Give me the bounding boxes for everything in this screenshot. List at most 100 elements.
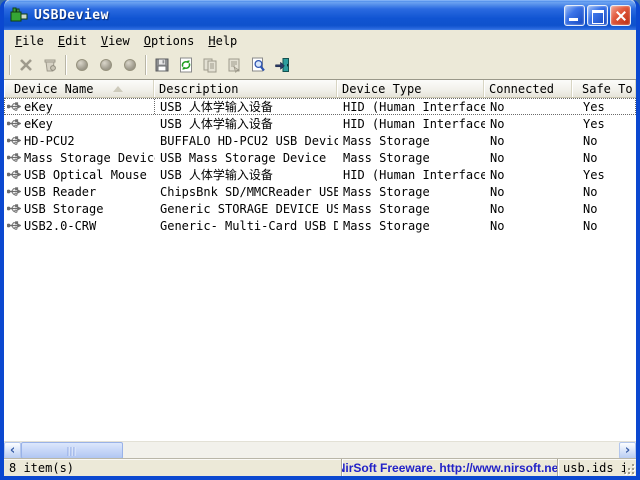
properties-button[interactable] <box>222 54 246 76</box>
ball-button-1[interactable] <box>70 54 94 76</box>
menu-help[interactable]: Help <box>201 32 244 50</box>
resize-grip-icon[interactable] <box>625 462 635 475</box>
description-cell: ChipsBnk SD/MMCReader USB... <box>155 185 338 199</box>
connected-cell: No <box>485 185 573 199</box>
column-header-connected[interactable]: Connected <box>484 80 572 97</box>
menu-edit[interactable]: Edit <box>51 32 94 50</box>
table-row[interactable]: Mass Storage Device USB Mass Storage Dev… <box>4 149 636 166</box>
device-name-cell: USB Optical Mouse <box>24 168 147 182</box>
scroll-left-button[interactable]: ‹ <box>4 442 21 458</box>
connected-cell: No <box>485 151 573 165</box>
device-type-cell: Mass Storage <box>338 151 485 165</box>
usb-device-icon <box>7 219 21 232</box>
connected-cell: No <box>485 100 573 114</box>
status-item-count: 8 item(s) <box>4 459 341 476</box>
device-name-cell: eKey <box>24 117 53 131</box>
device-name-cell: USB Reader <box>24 185 96 199</box>
device-type-cell: HID (Human Interface... <box>338 117 485 131</box>
scroll-right-button[interactable]: › <box>619 442 636 458</box>
connected-cell: No <box>485 219 573 233</box>
safe-to-unplug-cell: Yes <box>573 168 635 182</box>
trash-uninstall-icon <box>42 57 58 73</box>
connected-cell: No <box>485 168 573 182</box>
status-bar: 8 item(s) NirSoft Freeware. http://www.n… <box>4 458 636 476</box>
connected-cell: No <box>485 202 573 216</box>
menu-view[interactable]: View <box>94 32 137 50</box>
safe-to-unplug-cell: No <box>573 134 635 148</box>
table-row[interactable]: USB2.0-CRW Generic- Multi-Card USB D... … <box>4 217 636 234</box>
usb-device-icon <box>7 185 21 198</box>
toolbar-separator <box>9 55 11 75</box>
safe-to-unplug-cell: No <box>573 202 635 216</box>
title-bar[interactable]: USBDeview <box>4 0 636 30</box>
menu-options[interactable]: Options <box>137 32 202 50</box>
connected-cell: No <box>485 134 573 148</box>
find-button[interactable] <box>246 54 270 76</box>
description-cell: USB 人体学输入设备 <box>155 166 338 183</box>
column-header-device-type[interactable]: Device Type <box>337 80 484 97</box>
save-button[interactable] <box>150 54 174 76</box>
device-name-cell: USB2.0-CRW <box>24 219 96 233</box>
table-row[interactable]: USB Storage Generic STORAGE DEVICE US...… <box>4 200 636 217</box>
connected-cell: No <box>485 117 573 131</box>
table-row[interactable]: eKey USB 人体学输入设备 HID (Human Interface...… <box>4 115 636 132</box>
table-body: eKey USB 人体学输入设备 HID (Human Interface...… <box>4 98 636 441</box>
delete-x-icon <box>18 57 34 73</box>
status-usbids-text: usb.ids is <box>557 459 625 476</box>
refresh-icon <box>178 57 194 73</box>
device-type-cell: Mass Storage <box>338 202 485 216</box>
refresh-button[interactable] <box>174 54 198 76</box>
table-row[interactable]: eKey USB 人体学输入设备 HID (Human Interface...… <box>4 98 636 115</box>
column-header-description[interactable]: Description <box>154 80 337 97</box>
usb-device-icon <box>7 117 21 130</box>
toolbar-separator <box>145 55 147 75</box>
maximize-button[interactable] <box>587 5 608 26</box>
copy-button[interactable] <box>198 54 222 76</box>
status-nirsoft-link[interactable]: NirSoft Freeware. http://www.nirsoft.net <box>341 459 557 476</box>
column-header-device-name[interactable]: Device Name <box>4 80 154 97</box>
gray-ball-icon <box>76 59 88 71</box>
save-floppy-icon <box>154 57 170 73</box>
list-header: Device Name Description Device Type Conn… <box>4 80 636 98</box>
column-header-safe-to-unplug[interactable]: Safe To U <box>572 80 636 97</box>
device-name-cell: USB Storage <box>24 202 103 216</box>
ball-button-3[interactable] <box>118 54 142 76</box>
ball-button-2[interactable] <box>94 54 118 76</box>
device-name-cell: HD-PCU2 <box>24 134 75 148</box>
usb-app-icon <box>10 6 30 24</box>
menu-bar: File Edit View Options Help <box>4 30 636 51</box>
window-title: USBDeview <box>34 8 109 23</box>
usb-device-icon <box>7 168 21 181</box>
usbdeview-window: USBDeview File Edit View Options Help <box>0 0 640 480</box>
find-icon <box>250 57 266 73</box>
exit-button[interactable] <box>270 54 294 76</box>
gray-ball-icon <box>124 59 136 71</box>
device-type-cell: HID (Human Interface... <box>338 100 485 114</box>
description-cell: USB 人体学输入设备 <box>155 115 338 132</box>
table-row[interactable]: HD-PCU2 BUFFALO HD-PCU2 USB Device Mass … <box>4 132 636 149</box>
usb-device-icon <box>7 202 21 215</box>
delete-button[interactable] <box>14 54 38 76</box>
device-type-cell: Mass Storage <box>338 185 485 199</box>
table-row[interactable]: USB Optical Mouse USB 人体学输入设备 HID (Human… <box>4 166 636 183</box>
scrollbar-track[interactable] <box>123 442 619 458</box>
exit-door-icon <box>274 57 290 73</box>
menu-file[interactable]: File <box>8 32 51 50</box>
safe-to-unplug-cell: No <box>573 185 635 199</box>
table-row[interactable]: USB Reader ChipsBnk SD/MMCReader USB... … <box>4 183 636 200</box>
uninstall-button[interactable] <box>38 54 62 76</box>
safe-to-unplug-cell: Yes <box>573 117 635 131</box>
device-name-cell: eKey <box>24 100 53 114</box>
close-button[interactable] <box>610 5 631 26</box>
device-type-cell: Mass Storage <box>338 219 485 233</box>
scrollbar-thumb[interactable] <box>21 442 123 458</box>
device-name-cell: Mass Storage Device <box>24 151 155 165</box>
usb-device-icon <box>7 151 21 164</box>
horizontal-scrollbar[interactable]: ‹ › <box>4 441 636 458</box>
description-cell: USB 人体学输入设备 <box>155 98 338 115</box>
usb-device-icon <box>7 100 21 113</box>
copy-icon <box>202 57 218 73</box>
usb-device-icon <box>7 134 21 147</box>
minimize-button[interactable] <box>564 5 585 26</box>
device-list: Device Name Description Device Type Conn… <box>4 79 636 458</box>
